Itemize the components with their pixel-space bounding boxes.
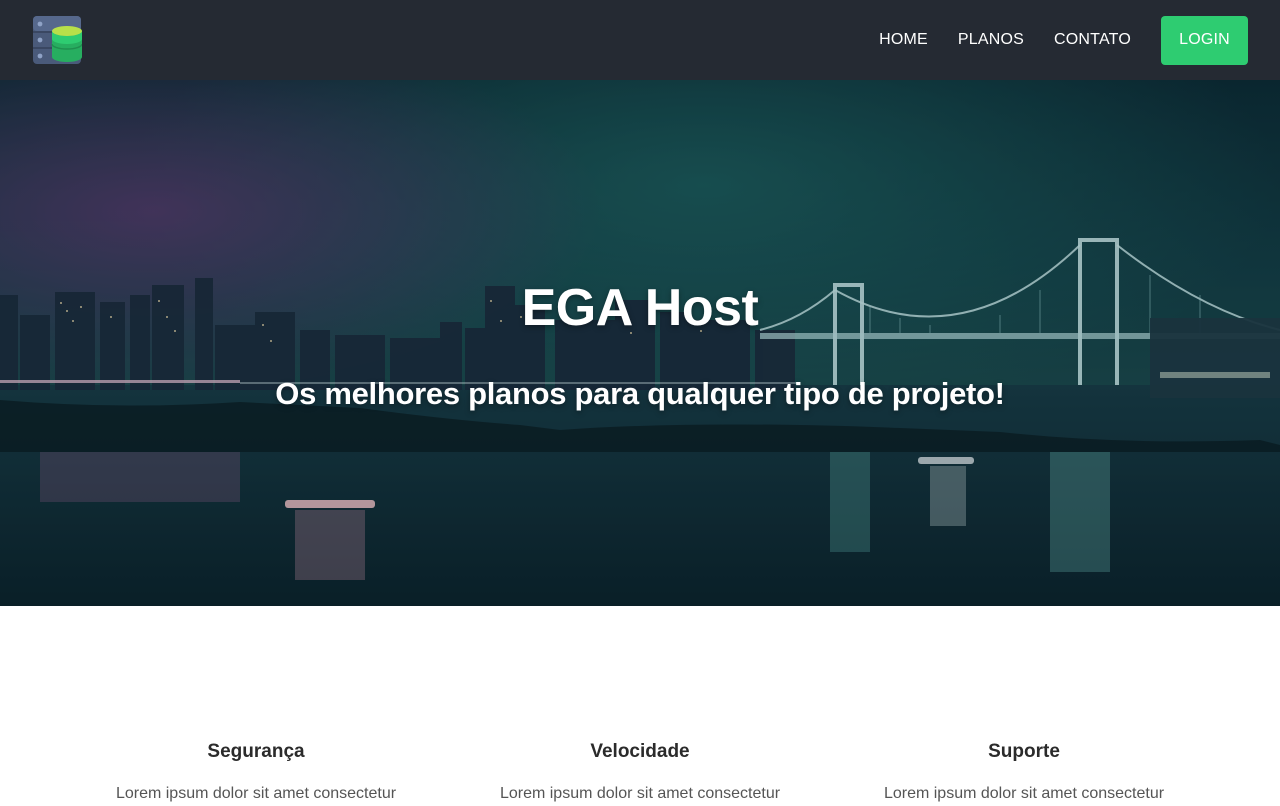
nav-home[interactable]: HOME [879,31,928,49]
server-database-icon [33,16,82,64]
feature-title: Segurança [207,741,305,762]
hero-background-image [0,80,1280,606]
feature-text: Lorem ipsum dolor sit amet consectetur [883,785,1165,802]
hero-title: EGA Host [521,279,759,337]
nav-contato[interactable]: CONTATO [1054,31,1131,49]
navbar: HOME PLANOS CONTATO LOGIN [0,0,1280,80]
logo-link[interactable] [32,15,82,65]
login-button[interactable]: LOGIN [1161,15,1248,65]
feature-text: Lorem ipsum dolor sit amet consectetur [499,785,781,802]
nav-planos[interactable]: PLANOS [958,31,1024,49]
feature-text: Lorem ipsum dolor sit amet consectetur [115,785,397,802]
feature-title: Suporte [988,741,1060,762]
features-section: Segurança Lorem ipsum dolor sit amet con… [0,606,1280,802]
feature-title: Velocidade [590,741,690,762]
feature-velocidade: Velocidade Lorem ipsum dolor sit amet co… [490,740,790,806]
feature-seguranca: Segurança Lorem ipsum dolor sit amet con… [106,740,406,806]
main-nav: HOME PLANOS CONTATO LOGIN [879,15,1248,65]
hero-section: EGA Host Os melhores planos para qualque… [0,80,1280,606]
hero-subtitle: Os melhores planos para qualquer tipo de… [275,376,1005,411]
feature-suporte: Suporte Lorem ipsum dolor sit amet conse… [874,740,1174,806]
